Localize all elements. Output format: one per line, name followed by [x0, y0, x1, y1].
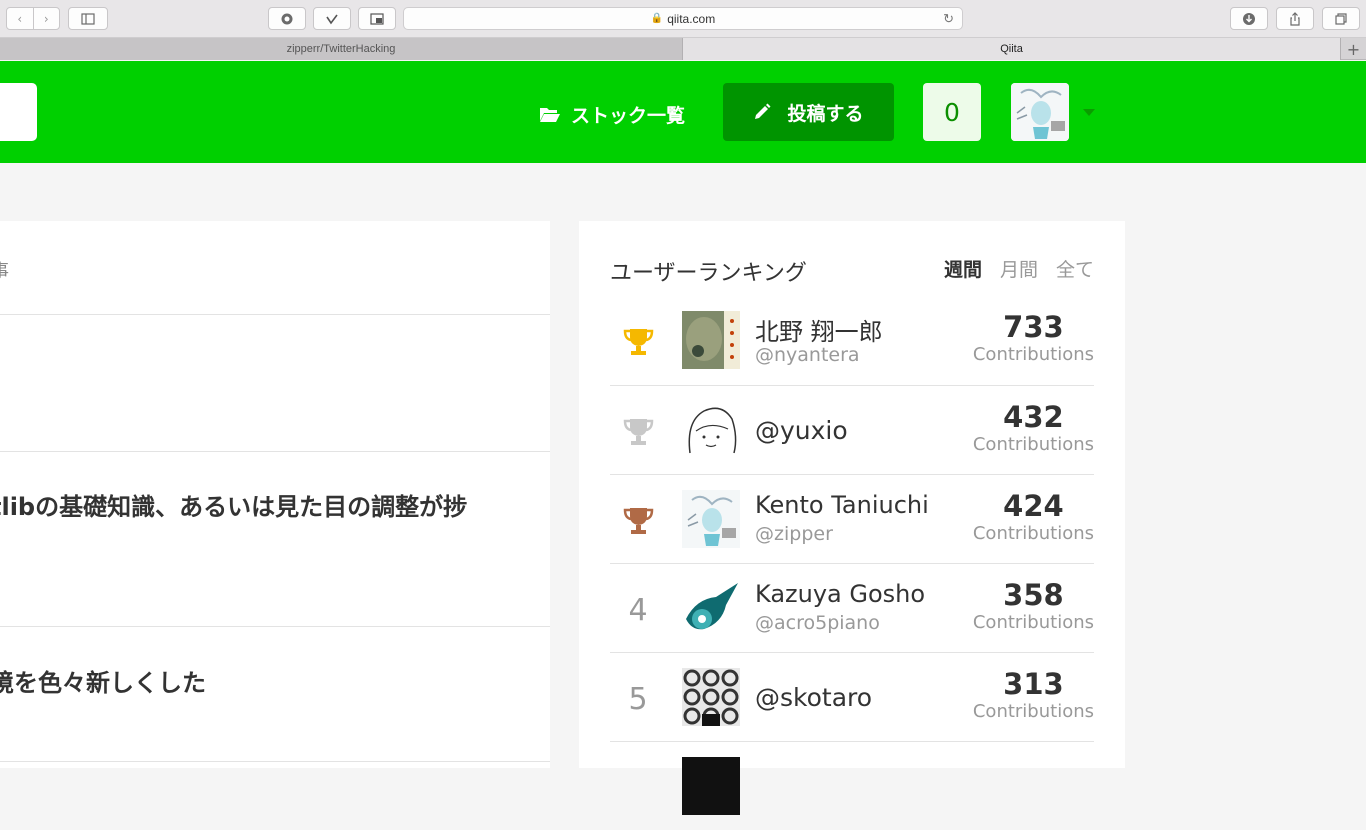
feed-item[interactable]: 境を色々新しくした [0, 627, 550, 762]
ranking-row[interactable]: Kento Taniuchi @zipper 424 Contributions [610, 474, 1094, 563]
contribution-label: Contributions [972, 344, 1094, 365]
tab-bar: zipperr/TwitterHacking Qiita + [0, 38, 1366, 60]
tab-twitterhacking[interactable]: zipperr/TwitterHacking [0, 38, 683, 60]
search-input[interactable] [0, 83, 37, 141]
rank-number: 5 [628, 681, 648, 717]
silver-trophy-icon [620, 414, 656, 450]
history-nav: ‹ › [6, 7, 60, 30]
ranking-avatar[interactable] [682, 490, 740, 548]
new-tab-icon[interactable]: + [1340, 38, 1366, 60]
extension-icon [281, 13, 293, 24]
back-icon[interactable]: ‹ [7, 8, 34, 29]
sidebar-toggle-button[interactable] [68, 7, 108, 30]
ranking-user-handle[interactable]: @nyantera [755, 344, 860, 366]
ranking-row[interactable]: @yuxio 432 Contributions [610, 385, 1094, 474]
bronze-trophy-icon [620, 503, 656, 539]
notification-count[interactable]: 0 [923, 83, 981, 141]
feed-item[interactable] [0, 316, 550, 452]
contribution-count: 358 [1003, 578, 1064, 612]
user-ranking-panel: ユーザーランキング 週間 月間 全て 北野 翔一郎 @nyantera 733 … [579, 221, 1125, 815]
picture-in-picture-icon [370, 12, 384, 25]
feed-item-title[interactable]: tlibの基礎知識、あるいは見た目の調整が捗 [0, 487, 467, 522]
ranking-score: 424 Contributions [973, 489, 1094, 545]
user-menu-caret-icon[interactable] [1083, 109, 1095, 116]
ranking-score: 358 Contributions [973, 578, 1094, 634]
ranking-avatar[interactable] [682, 579, 740, 637]
ranking-title: ユーザーランキング [610, 261, 807, 286]
feed-item[interactable]: tlibの基礎知識、あるいは見た目の調整が捗 [0, 452, 550, 627]
ranking-user-handle[interactable]: @zipper [755, 523, 833, 545]
ranking-user-handle[interactable]: @yuxio [755, 416, 848, 445]
pencil-icon [755, 103, 771, 119]
feed-panel: 事 tlibの基礎知識、あるいは見た目の調整が捗 境を色々新しくした [0, 221, 550, 768]
feed-item-title[interactable]: 境を色々新しくした [0, 663, 206, 698]
ranking-avatar[interactable] [682, 401, 740, 459]
feed-header: 事 [0, 221, 550, 315]
gold-trophy-icon [620, 324, 656, 360]
ranking-user-name[interactable]: Kazuya Gosho [755, 580, 925, 608]
downloads-button[interactable] [1230, 7, 1268, 30]
post-button[interactable]: 投稿する [723, 83, 894, 141]
extension-button-2[interactable] [313, 7, 351, 30]
feed-header-label: 事 [0, 257, 9, 283]
ranking-row[interactable]: 北野 翔一郎 @nyantera 733 Contributions [610, 296, 1094, 385]
user-avatar[interactable] [1011, 83, 1069, 141]
ranking-user-handle[interactable]: @acro5piano [755, 612, 880, 634]
tabs-overview-button[interactable] [1322, 7, 1360, 30]
contribution-label: Contributions [972, 434, 1094, 455]
ranking-user-name[interactable]: 北野 翔一郎 [755, 312, 883, 347]
address-text: qiita.com [667, 11, 716, 26]
rank-number: 4 [628, 592, 648, 628]
contribution-count: 313 [1003, 667, 1064, 701]
contribution-label: Contributions [972, 701, 1094, 722]
ranking-avatar[interactable] [682, 311, 740, 369]
ranking-score: 313 Contributions [973, 667, 1094, 723]
forward-icon[interactable]: › [34, 8, 60, 29]
avatar-image [1011, 83, 1069, 141]
ranking-user-name[interactable]: Kento Taniuchi [755, 491, 929, 519]
share-icon [1290, 11, 1300, 26]
tab-monthly[interactable]: 月間 [1000, 255, 1038, 282]
site-header: ストック一覧 投稿する 0 [0, 61, 1366, 163]
ranking-row[interactable]: 5 @skotaro 313 Contributions [610, 652, 1094, 741]
tab-qiita[interactable]: Qiita [683, 38, 1340, 60]
reload-icon[interactable]: ↻ [943, 11, 954, 27]
ranking-avatar[interactable] [682, 668, 740, 726]
ranking-period-tabs: 週間 月間 全て [944, 255, 1094, 282]
contribution-label: Contributions [972, 523, 1094, 544]
download-icon [1243, 12, 1255, 25]
ranking-avatar[interactable] [682, 757, 740, 815]
ranking-row[interactable] [610, 741, 1094, 830]
browser-toolbar: ‹ › 🔒 qiita.com ↻ [0, 0, 1366, 38]
vimeo-icon [326, 14, 338, 24]
ranking-score: 733 Contributions [973, 310, 1094, 366]
contribution-count: 733 [1003, 310, 1064, 344]
ranking-row[interactable]: 4 Kazuya Gosho @acro5piano 358 Contribut… [610, 563, 1094, 652]
folder-open-icon [540, 108, 560, 122]
share-button[interactable] [1276, 7, 1314, 30]
tab-all[interactable]: 全て [1056, 255, 1094, 282]
post-button-label: 投稿する [787, 102, 864, 125]
stock-list-label: ストック一覧 [571, 104, 686, 127]
stock-list-link[interactable]: ストック一覧 [539, 99, 685, 129]
tabs-icon [1335, 12, 1347, 25]
tab-weekly[interactable]: 週間 [944, 255, 982, 282]
ranking-user-handle[interactable]: @skotaro [755, 683, 872, 712]
ranking-score: 432 Contributions [973, 400, 1094, 456]
sidebar-icon [81, 12, 95, 25]
contribution-label: Contributions [972, 612, 1094, 633]
contribution-count: 424 [1003, 489, 1064, 523]
lock-icon: 🔒 [650, 13, 664, 24]
extension-button-1[interactable] [268, 7, 306, 30]
extension-button-3[interactable] [358, 7, 396, 30]
contribution-count: 432 [1003, 400, 1064, 434]
address-bar[interactable]: 🔒 qiita.com ↻ [403, 7, 963, 30]
